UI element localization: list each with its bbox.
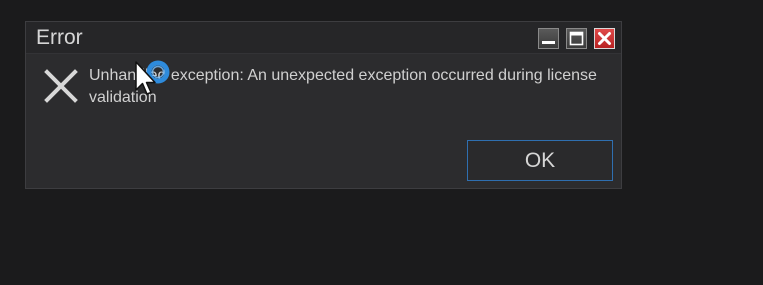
close-button[interactable] bbox=[594, 28, 615, 49]
dialog-title: Error bbox=[36, 26, 83, 49]
ok-button[interactable]: OK bbox=[467, 140, 613, 181]
minimize-icon bbox=[542, 41, 555, 44]
error-dialog: Error Unhandled exception: An unexpected… bbox=[25, 21, 622, 189]
maximize-icon bbox=[569, 31, 584, 46]
error-x-icon bbox=[44, 69, 78, 103]
busy-pointer-icon bbox=[135, 60, 170, 95]
minimize-button[interactable] bbox=[538, 28, 559, 49]
maximize-button[interactable] bbox=[566, 28, 587, 49]
close-icon bbox=[598, 32, 611, 45]
title-bar[interactable]: Error bbox=[26, 22, 621, 54]
